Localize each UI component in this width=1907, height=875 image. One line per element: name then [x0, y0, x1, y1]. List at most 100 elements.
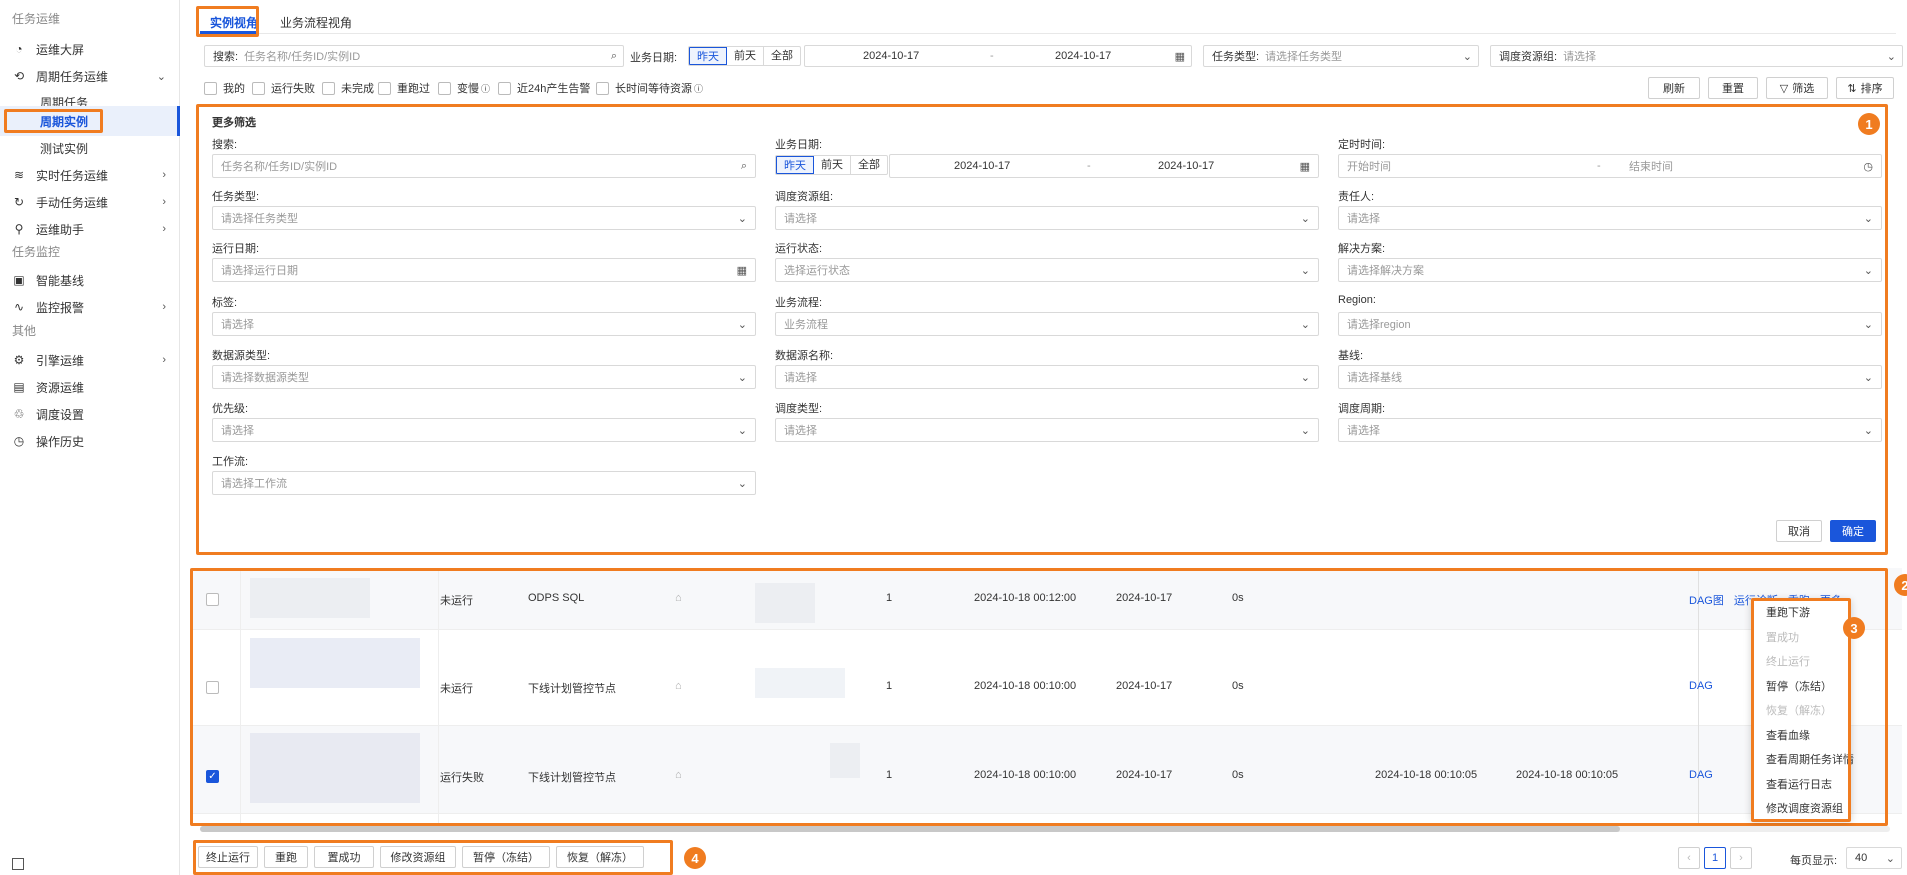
filter-field[interactable]: 请选择工作流 ⌄ [212, 471, 756, 495]
filter-field[interactable]: 请选择运行日期 ▦ [212, 258, 756, 282]
sidebar-item-baseline[interactable]: ▣ 智能基线 [0, 265, 180, 295]
menu-item[interactable]: 暂停（冻结） [1766, 678, 1832, 694]
tag-icon[interactable]: ⌂ [675, 680, 682, 692]
sidebar-item-engine[interactable]: ⚙ 引擎运维 › [0, 345, 180, 375]
table-row[interactable] [190, 630, 1902, 726]
filter-field[interactable]: 昨天 前天 全部 2024-10-17-2024-10-17 ▦ [775, 154, 1319, 178]
checkbox[interactable] [596, 81, 609, 95]
filter-field[interactable]: 选择运行状态 ⌄ [775, 258, 1319, 282]
seg-all[interactable]: 全部 [764, 47, 800, 65]
sidebar: 任务运维 ◔ 运维大屏 ⟲ 周期任务运维 ⌄ 周期任务 周期实例 测试实例 ≋ 实时任务… [0, 0, 180, 875]
filter-unfinished[interactable]: 未完成 [322, 80, 374, 96]
confirm-button[interactable]: 确定 [1830, 520, 1876, 542]
filter-rerun[interactable]: 重跑过 [378, 80, 430, 96]
filter-mine[interactable]: 我的 [204, 80, 245, 96]
filter-label: 业务日期: [775, 139, 823, 151]
sidebar-item-resource[interactable]: ▤ 资源运维 [0, 372, 180, 402]
filter-failed[interactable]: 运行失败 [252, 80, 315, 96]
filter-field[interactable]: 请选择 ⌄ [775, 206, 1319, 230]
dag-link[interactable]: DAG图 [1689, 595, 1724, 607]
next-page-button[interactable]: › [1730, 847, 1752, 869]
filter-field[interactable]: 请选择 ⌄ [775, 418, 1319, 442]
tab-instance-view[interactable]: 实例视角 [210, 14, 258, 31]
seg-day-before[interactable]: 前天 [727, 47, 764, 65]
resource-group-select[interactable]: 调度资源组: 请选择 ⌄ [1490, 45, 1903, 67]
bulk-change-resource-button[interactable]: 修改资源组 [380, 846, 456, 868]
seg-yesterday[interactable]: 昨天 [689, 47, 727, 65]
filter-field[interactable]: 请选择 ⌄ [775, 365, 1319, 389]
bulk-pause-button[interactable]: 暂停（冻结） [462, 846, 550, 868]
sidebar-item-test-instance[interactable]: 测试实例 [0, 133, 180, 163]
dag-link[interactable]: DAG [1689, 680, 1713, 692]
horizontal-scrollbar[interactable] [200, 826, 1890, 832]
checkbox[interactable] [438, 81, 451, 95]
biz-date-range-input[interactable]: 2024-10-17 - 2024-10-17 ▦ [804, 45, 1192, 67]
filter-label: 运行日期: [212, 243, 260, 255]
row-checkbox[interactable] [206, 681, 219, 695]
checkbox[interactable] [378, 81, 391, 95]
search-input[interactable]: 搜索: 任务名称/任务ID/实例ID ⌕ [204, 45, 624, 67]
filter-alarm-24h[interactable]: 近24h产生告警 [498, 80, 590, 96]
filter-field[interactable]: 业务流程 ⌄ [775, 312, 1319, 336]
cancel-button[interactable]: 取消 [1776, 520, 1822, 542]
filter-field[interactable]: 请选择任务类型 ⌄ [212, 206, 756, 230]
row-select[interactable]: ✓ [206, 769, 219, 784]
filter-slow[interactable]: 变慢 ⓘ [438, 80, 490, 96]
bulk-stop-button[interactable]: 终止运行 [198, 846, 258, 868]
filter-button[interactable]: ▽ 筛选 [1766, 77, 1828, 99]
tag-icon[interactable]: ⌂ [675, 769, 682, 781]
reset-button[interactable]: 重置 [1708, 77, 1758, 99]
checkbox[interactable] [204, 81, 217, 95]
row-select[interactable] [206, 592, 219, 607]
sidebar-item-alarm[interactable]: ∿ 监控报警 › [0, 292, 180, 322]
sidebar-item-schedule[interactable]: ♲ 调度设置 [0, 399, 180, 429]
sidebar-item-history[interactable]: ◷ 操作历史 [0, 426, 180, 456]
sidebar-item-manual-ops[interactable]: ↻ 手动任务运维 › [0, 187, 180, 217]
sort-button[interactable]: ⇅ 排序 [1836, 77, 1894, 99]
menu-item[interactable]: 查看运行日志 [1766, 776, 1832, 792]
filter-field[interactable]: 请选择数据源类型 ⌄ [212, 365, 756, 389]
filter-field[interactable]: 请选择 ⌄ [1338, 418, 1882, 442]
search-icon[interactable]: ⌕ [611, 50, 617, 63]
sidebar-item-dashboard[interactable]: ◔ 运维大屏 [0, 34, 180, 64]
menu-item[interactable]: 重跑下游 [1766, 604, 1810, 620]
filter-wait-resource[interactable]: 长时间等待资源 ⓘ [596, 80, 703, 96]
status-cell: 未运行 [440, 683, 473, 695]
bulk-resume-button[interactable]: 恢复（解冻） [556, 846, 644, 868]
menu-item[interactable]: 查看血缘 [1766, 727, 1810, 743]
menu-item[interactable]: 查看周期任务详情 [1766, 751, 1854, 767]
bulk-rerun-button[interactable]: 重跑 [264, 846, 308, 868]
tab-flow-view[interactable]: 业务流程视角 [280, 14, 352, 31]
page-number[interactable]: 1 [1704, 847, 1726, 869]
page-size-select[interactable]: 40 ⌄ [1846, 847, 1902, 869]
filter-field[interactable]: 请选择基线 ⌄ [1338, 365, 1882, 389]
checkbox[interactable] [322, 81, 335, 95]
checkbox[interactable] [498, 81, 511, 95]
filter-field[interactable]: 请选择解决方案 ⌄ [1338, 258, 1882, 282]
filter-field[interactable]: 请选择 ⌄ [212, 312, 756, 336]
filter-field[interactable]: 任务名称/任务ID/实例ID ⌕ [212, 154, 756, 178]
bulk-set-success-button[interactable]: 置成功 [314, 846, 374, 868]
row-checkbox[interactable] [206, 593, 219, 607]
row-select[interactable] [206, 680, 219, 695]
task-type-select[interactable]: 任务类型: 请选择任务类型 ⌄ [1203, 45, 1479, 67]
sidebar-item-realtime-ops[interactable]: ≋ 实时任务运维 › [0, 160, 180, 190]
checkbox[interactable] [252, 81, 265, 95]
filter-field[interactable]: 请选择 ⌄ [1338, 206, 1882, 230]
sidebar-item-assistant[interactable]: ⚲ 运维助手 › [0, 214, 180, 244]
seg-all[interactable]: 全部 [851, 156, 887, 174]
filter-field[interactable]: 请选择region ⌄ [1338, 312, 1882, 336]
tag-icon[interactable]: ⌂ [675, 592, 682, 604]
refresh-button[interactable]: 刷新 [1648, 77, 1700, 99]
prev-page-button[interactable]: ‹ [1678, 847, 1700, 869]
menu-item[interactable]: 修改调度资源组 [1766, 800, 1843, 816]
sidebar-item-cycle-instance[interactable]: 周期实例 [0, 106, 180, 136]
seg-yesterday[interactable]: 昨天 [776, 156, 814, 174]
seg-day-before[interactable]: 前天 [814, 156, 851, 174]
collapse-sidebar-icon[interactable] [12, 858, 24, 870]
row-checkbox[interactable]: ✓ [206, 770, 219, 784]
filter-field[interactable]: 请选择 ⌄ [212, 418, 756, 442]
dag-link[interactable]: DAG [1689, 769, 1713, 781]
biz-date-segment[interactable]: 昨天 前天 全部 [688, 46, 801, 66]
filter-field[interactable]: 开始时间 - 结束时间 ◷ [1338, 154, 1882, 178]
